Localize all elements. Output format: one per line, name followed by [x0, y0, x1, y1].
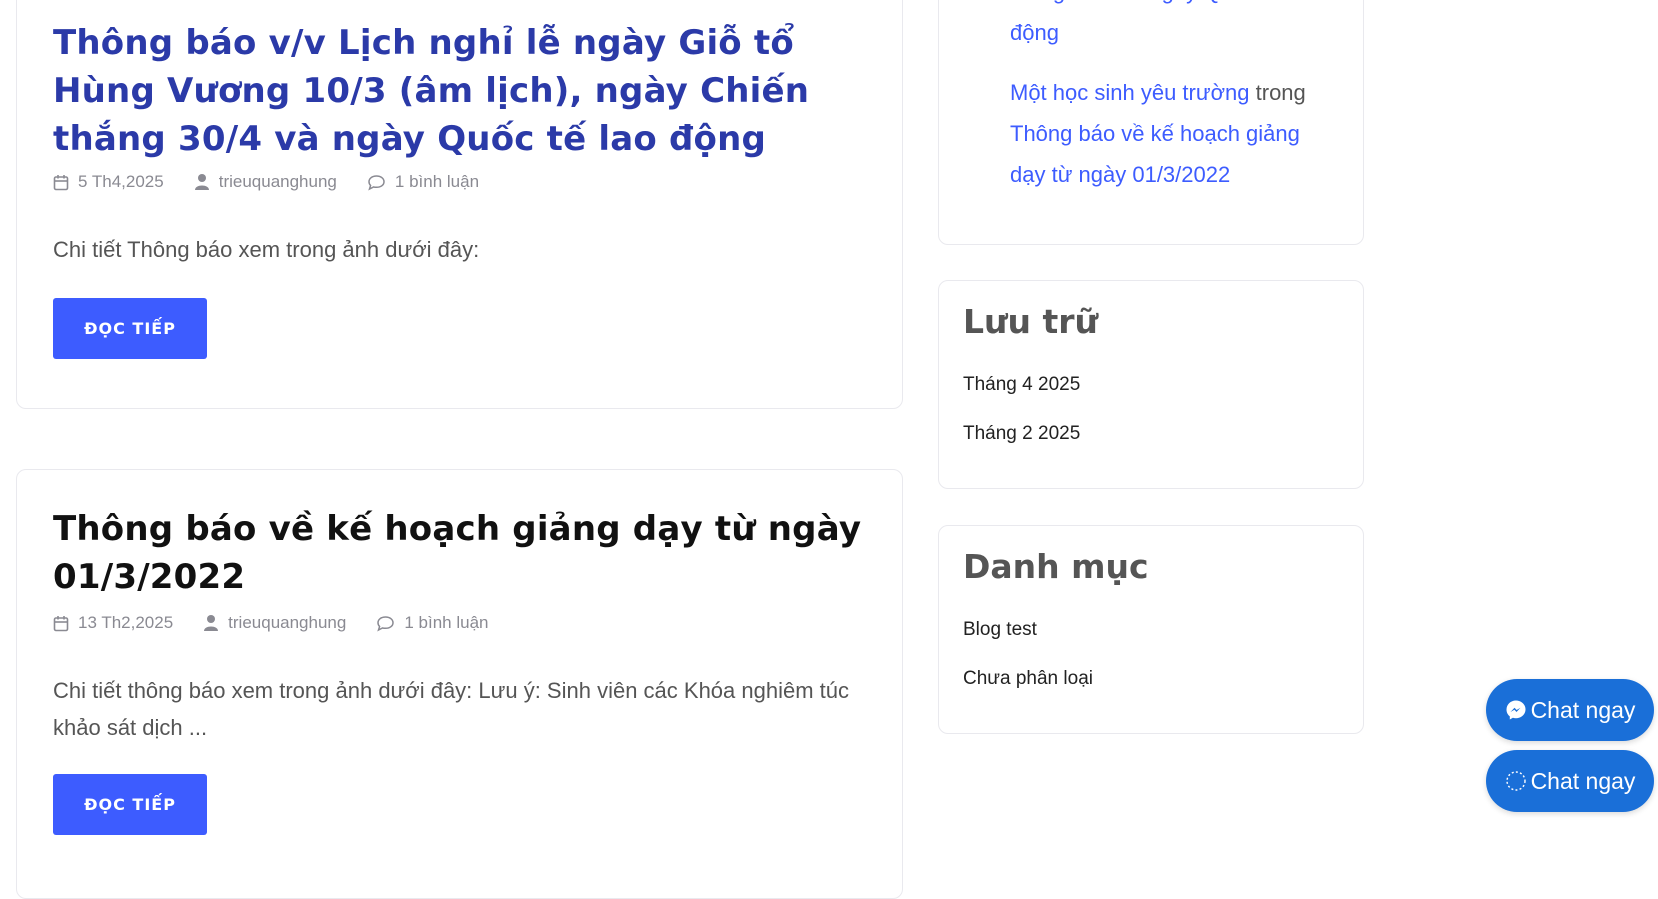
chat-button-label: Chat ngay [1530, 767, 1636, 794]
chat-button-label: Chat ngay [1530, 696, 1636, 723]
read-more-button[interactable]: ĐỌC TIẾP [53, 774, 207, 835]
user-icon [194, 174, 209, 190]
categories-title: Danh mục [963, 547, 1149, 586]
post-meta: 13 Th2,2025 trieuquanghung 1 bình luận [53, 613, 518, 633]
zalo-chat-button[interactable]: Chat ngay [1486, 750, 1654, 812]
post-comments[interactable]: 1 bình luận [376, 613, 488, 633]
post-meta: 5 Th4,2025 trieuquanghung 1 bình luận [53, 172, 509, 192]
recent-comment-item: Một học sinh yêu trường trong Thông báo … [1010, 72, 1340, 195]
post-excerpt: Chi tiết thông báo xem trong ảnh dưới đâ… [53, 678, 850, 740]
messenger-chat-button[interactable]: Chat ngay [1486, 679, 1654, 741]
post-title-link[interactable]: Thông báo về kế hoạch giảng dạy từ ngày … [53, 505, 873, 601]
user-icon [204, 615, 219, 631]
recent-comment-connector: trong [1255, 80, 1306, 105]
comment-icon [368, 174, 385, 190]
post-author[interactable]: trieuquanghung [203, 613, 346, 633]
category-link[interactable]: Blog test [963, 619, 1037, 641]
post-excerpt: Chi tiết Thông báo xem trong ảnh dưới đâ… [53, 237, 480, 262]
post-author[interactable]: trieuquanghung [194, 172, 337, 192]
recent-comment-post-link[interactable]: Thông báo về kế hoạch giảng dạy từ ngày … [1010, 121, 1300, 187]
messenger-icon [1506, 700, 1526, 720]
recent-comment-author-link[interactable]: Một học sinh yêu trường [1010, 80, 1250, 105]
calendar-icon [53, 174, 69, 190]
post-date[interactable]: 5 Th4,2025 [53, 172, 164, 192]
archives-title: Lưu trữ [963, 302, 1099, 341]
comment-icon [377, 615, 395, 631]
archive-link[interactable]: Tháng 4 2025 [963, 374, 1080, 396]
post-title-link[interactable]: Thông báo v/v Lịch nghỉ lễ ngày Giỗ tổ H… [53, 19, 873, 163]
calendar-icon [53, 615, 69, 631]
archive-link[interactable]: Tháng 2 2025 [963, 423, 1080, 445]
post-comments-text: 1 bình luận [394, 172, 480, 191]
post-date[interactable]: 13 Th2,2025 [53, 613, 173, 633]
post-comments[interactable]: 1 bình luận [367, 172, 479, 192]
category-link[interactable]: Chưa phân loại [963, 668, 1093, 690]
recent-comment-post-link[interactable]: tháng 30/4 và ngày Quốc tế lao động [1010, 0, 1316, 45]
recent-comment-fragment: tháng 30/4 và ngày Quốc tế lao động [1010, 0, 1340, 53]
read-more-button[interactable]: ĐỌC TIẾP [53, 298, 207, 359]
post-date-text: 13 Th2,2025 [78, 613, 174, 632]
post-author-text: trieuquanghung [218, 172, 337, 191]
post-date-text: 5 Th4,2025 [78, 172, 164, 191]
post-author-text: trieuquanghung [228, 613, 347, 632]
post-comments-text: 1 bình luận [404, 613, 489, 632]
loading-icon [1505, 771, 1526, 791]
